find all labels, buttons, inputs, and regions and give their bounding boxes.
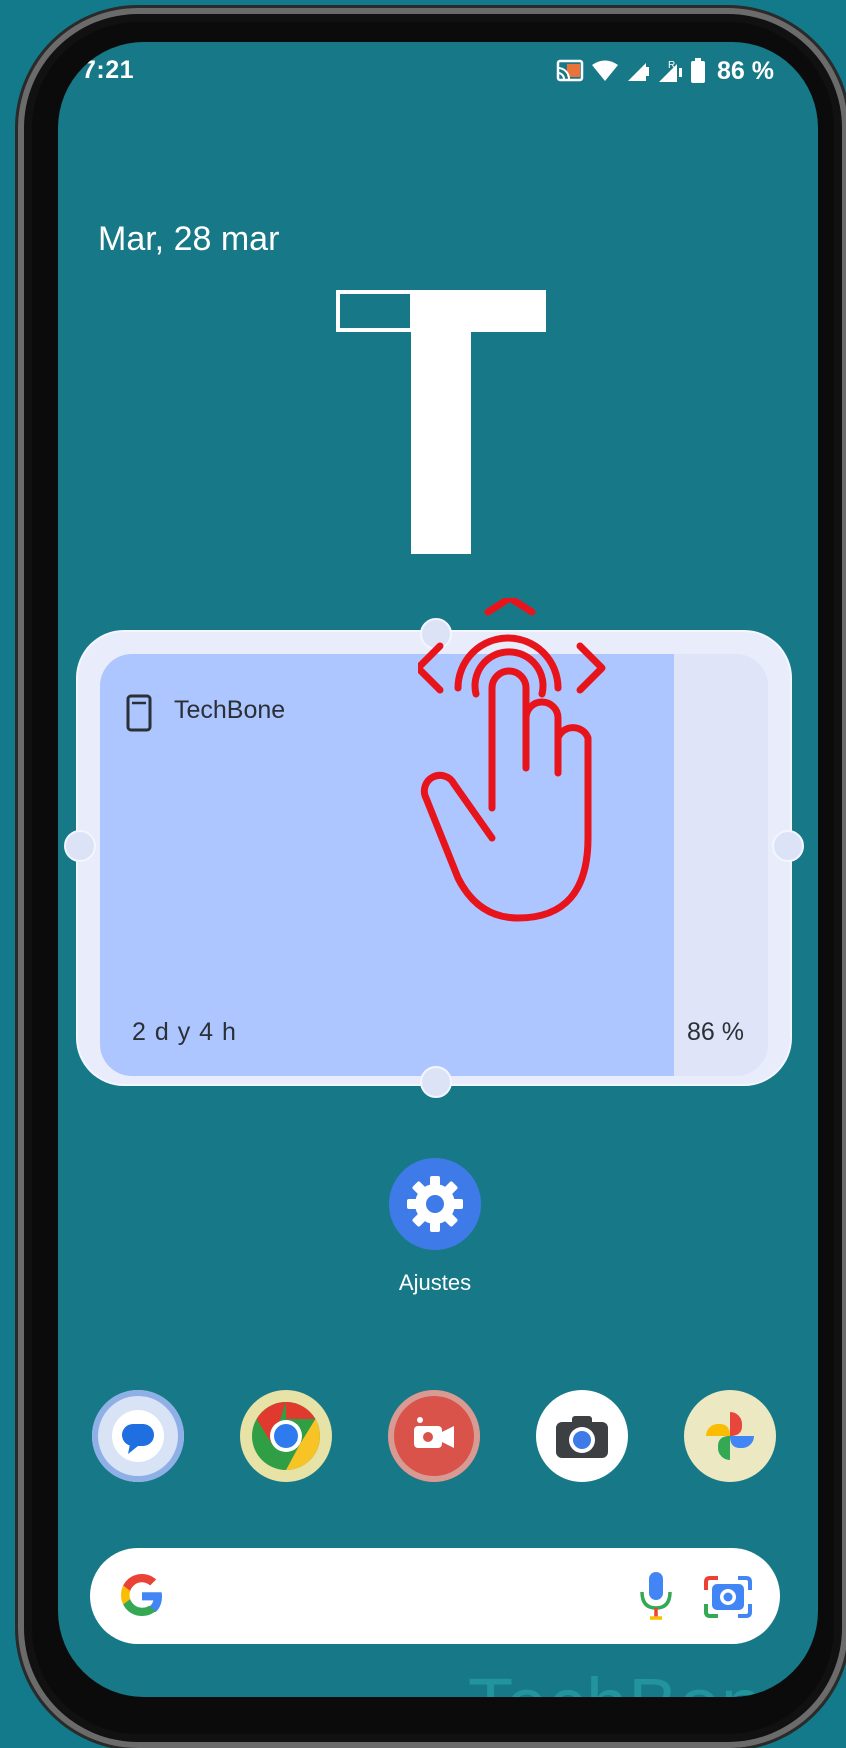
- signal-icon: [628, 63, 650, 81]
- phone-device-icon: [126, 694, 152, 732]
- drag-gesture-hand-icon: [418, 598, 606, 922]
- screen-recorder-app[interactable]: [388, 1390, 480, 1482]
- clock-glyph: T: [336, 290, 546, 554]
- home-screen: 7:21 R 86 % Mar, 28 mar T TechBone 2 d y…: [58, 42, 818, 1697]
- date-label[interactable]: Mar, 28 mar: [98, 220, 279, 259]
- app-dock: [92, 1390, 782, 1482]
- wifi-icon: [592, 60, 619, 81]
- resize-handle-right[interactable]: [772, 830, 804, 862]
- gear-icon: [407, 1176, 463, 1232]
- widget-device-name: TechBone: [174, 696, 286, 724]
- photos-app[interactable]: [684, 1390, 776, 1482]
- chrome-icon: [252, 1402, 320, 1470]
- signal-roaming-icon: R: [659, 60, 683, 82]
- widget-battery-percent: 86 %: [687, 1018, 744, 1046]
- camera-icon: [556, 1416, 608, 1458]
- camera-app[interactable]: [536, 1390, 628, 1482]
- google-lens-icon[interactable]: [702, 1574, 754, 1620]
- settings-app-icon[interactable]: [389, 1158, 481, 1250]
- photos-icon: [706, 1412, 754, 1460]
- screen-recorder-icon: [414, 1417, 454, 1448]
- settings-app[interactable]: Ajustes: [380, 1158, 490, 1296]
- widget-remaining-time: 2 d y 4 h: [132, 1018, 237, 1046]
- status-bar: 7:21 R 86 %: [58, 42, 818, 98]
- settings-app-label: Ajustes: [398, 1270, 472, 1295]
- status-icons: R 86 %: [556, 56, 774, 86]
- messages-app[interactable]: [92, 1390, 184, 1482]
- svg-text:R: R: [668, 60, 675, 71]
- voice-search-mic-icon[interactable]: [636, 1570, 676, 1622]
- google-search-bar[interactable]: [90, 1548, 780, 1644]
- resize-handle-bottom[interactable]: [420, 1066, 452, 1098]
- messages-icon: [112, 1410, 164, 1462]
- resize-handle-left[interactable]: [64, 830, 96, 862]
- google-g-icon: [121, 1574, 162, 1616]
- chrome-app[interactable]: [240, 1390, 332, 1482]
- battery-icon: [691, 58, 706, 83]
- status-battery-percent: 86 %: [717, 56, 774, 85]
- techbone-watermark: TechBone: [468, 1662, 805, 1697]
- status-time: 7:21: [82, 56, 135, 84]
- cast-icon: [556, 59, 584, 82]
